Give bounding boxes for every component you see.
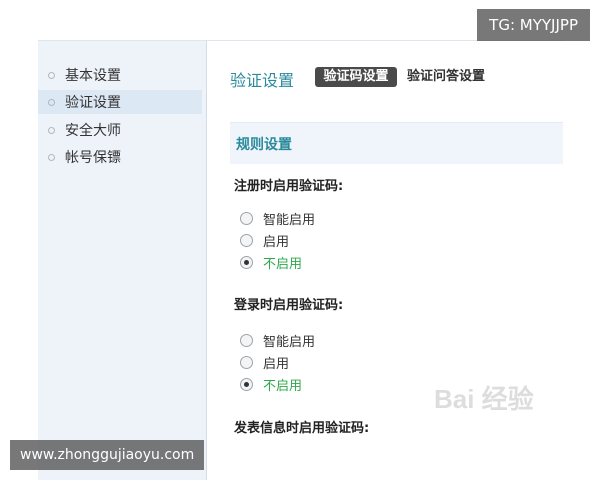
baidu-watermark-icon: Bai 经验 (434, 384, 534, 414)
section-header: 规则设置 (230, 122, 563, 164)
sidebar-item-verification-settings[interactable]: 验证设置 (38, 90, 202, 114)
radio-label: 启用 (263, 356, 290, 372)
sidebar-item-label: 验证设置 (65, 95, 121, 111)
register-option-enable[interactable]: 启用 (240, 230, 289, 250)
radio-button-checked[interactable] (240, 377, 253, 391)
login-option-smart[interactable]: 智能启用 (240, 330, 315, 350)
sidebar-item-label: 基本设置 (65, 68, 121, 84)
login-captcha-label: 登录时启用验证码: (234, 298, 344, 313)
sidebar-item-basic-settings[interactable]: 基本设置 (48, 63, 202, 87)
baidu-watermark-text: Bai 经验 (434, 384, 534, 414)
radio-button-checked[interactable] (240, 255, 253, 269)
login-option-disable[interactable]: 不启用 (240, 374, 302, 394)
register-captcha-label: 注册时启用验证码: (234, 179, 344, 194)
bullet-icon (48, 126, 55, 134)
post-captcha-label: 发表信息时启用验证码: (234, 421, 370, 436)
tab-captcha-settings[interactable]: 验证码设置 (315, 67, 397, 87)
tab-qa-settings[interactable]: 验证问答设置 (407, 67, 485, 87)
page: 基本设置 验证设置 安全大师 帐号保镖 验证设置 验证码设置 验证问答设置 规则… (0, 0, 600, 480)
radio-label: 不启用 (263, 256, 303, 272)
radio-button[interactable] (240, 233, 253, 247)
page-title: 验证设置 (230, 71, 295, 90)
radio-label: 启用 (263, 234, 290, 250)
tg-watermark: TG: MYYJJPP (477, 9, 590, 41)
register-option-disable[interactable]: 不启用 (240, 252, 302, 272)
radio-label: 智能启用 (263, 334, 316, 350)
bullet-icon (48, 98, 55, 106)
sidebar-item-security-master[interactable]: 安全大师 (48, 118, 202, 142)
bullet-icon (48, 153, 55, 161)
radio-label: 智能启用 (263, 212, 316, 228)
login-option-enable[interactable]: 启用 (240, 352, 289, 372)
section-title: 规则设置 (236, 137, 292, 153)
site-watermark: www.zhonggujiaoyu.com (10, 440, 205, 470)
sidebar-item-account-guard[interactable]: 帐号保镖 (48, 145, 202, 169)
sidebar-item-label: 安全大师 (65, 123, 121, 139)
bullet-icon (48, 71, 55, 79)
radio-button[interactable] (240, 355, 253, 369)
radio-button[interactable] (240, 333, 253, 347)
register-option-smart[interactable]: 智能启用 (240, 208, 315, 228)
radio-label: 不启用 (263, 378, 303, 394)
sidebar: 基本设置 验证设置 安全大师 帐号保镖 (38, 41, 207, 480)
sidebar-item-label: 帐号保镖 (65, 150, 121, 166)
radio-button[interactable] (240, 211, 253, 225)
